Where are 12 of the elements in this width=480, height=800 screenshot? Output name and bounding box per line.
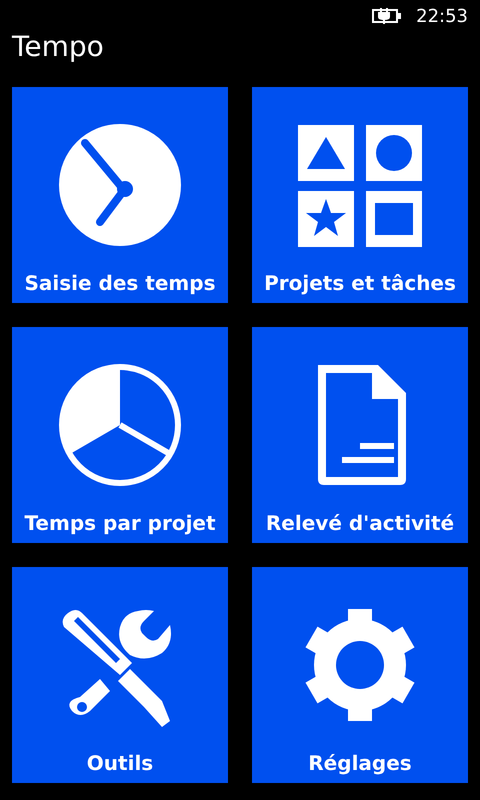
status-time: 22:53 bbox=[416, 6, 468, 26]
pie-chart-icon bbox=[58, 363, 182, 487]
menu-tile[interactable]: Relevé d'activité bbox=[252, 327, 468, 543]
app-title: Tempo bbox=[10, 32, 105, 65]
menu-tile[interactable]: Réglages bbox=[252, 567, 468, 783]
menu-tile[interactable]: Temps par projet bbox=[12, 327, 228, 543]
clock-icon bbox=[58, 123, 182, 247]
menu-tile[interactable]: Projets et tâches bbox=[252, 87, 468, 303]
shapes-icon bbox=[298, 123, 422, 247]
battery-charging-icon bbox=[372, 8, 402, 24]
menu-tile[interactable]: Outils bbox=[12, 567, 228, 783]
menu-tile[interactable]: Saisie des temps bbox=[12, 87, 228, 303]
